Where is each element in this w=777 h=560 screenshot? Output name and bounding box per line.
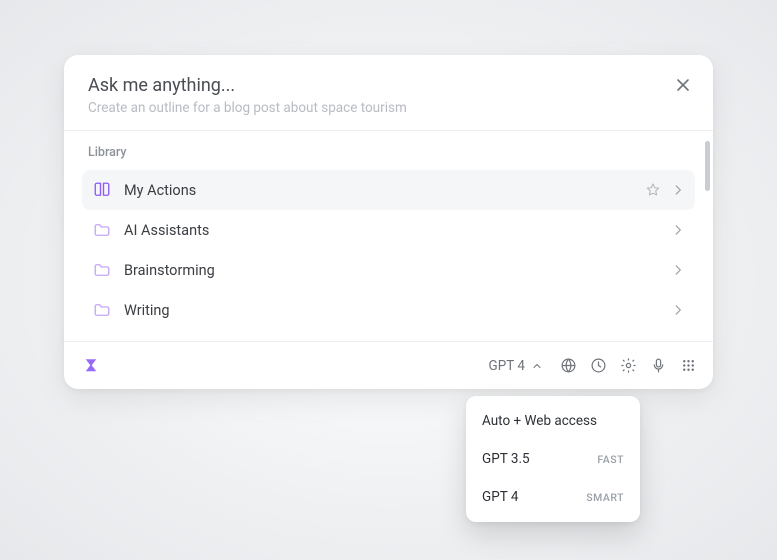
chevron-right-icon (671, 183, 685, 197)
model-selector[interactable]: GPT 4 (483, 354, 549, 378)
model-option-label: GPT 3.5 (482, 451, 530, 467)
prompt-panel: Ask me anything... Create an outline for… (64, 55, 713, 389)
clock-icon[interactable] (589, 357, 607, 375)
prompt-subtitle: Create an outline for a blog post about … (88, 100, 689, 116)
library-item-brainstorming[interactable]: Brainstorming (82, 250, 695, 290)
chevron-right-icon (671, 223, 685, 237)
microphone-icon[interactable] (649, 357, 667, 375)
folder-icon (92, 261, 112, 279)
close-button[interactable] (671, 73, 695, 97)
prompt-title: Ask me anything... (88, 75, 689, 96)
model-option-tag: FAST (597, 453, 624, 466)
panel-footer: GPT 4 (64, 341, 713, 389)
chevron-right-icon (671, 303, 685, 317)
hourglass-icon (82, 357, 100, 375)
star-icon[interactable] (645, 182, 661, 198)
library-item-label: My Actions (124, 182, 196, 199)
chevron-right-icon (671, 263, 685, 277)
scrollbar-thumb[interactable] (705, 141, 710, 191)
library-item-writing[interactable]: Writing (82, 290, 695, 330)
folder-icon (92, 221, 112, 239)
model-dropdown: Auto + Web access GPT 3.5 FAST GPT 4 SMA… (466, 396, 640, 522)
library-item-label: AI Assistants (124, 222, 209, 239)
model-option-label: Auto + Web access (482, 413, 597, 429)
model-option-gpt35[interactable]: GPT 3.5 FAST (472, 440, 634, 478)
library-item-my-actions[interactable]: My Actions (82, 170, 695, 210)
close-icon (676, 78, 690, 92)
book-open-icon (92, 181, 112, 199)
chevron-up-icon (531, 360, 543, 372)
model-option-gpt4[interactable]: GPT 4 SMART (472, 478, 634, 516)
model-selector-label: GPT 4 (489, 358, 525, 374)
model-option-tag: SMART (586, 491, 624, 504)
grid-icon[interactable] (679, 357, 697, 375)
folder-icon (92, 301, 112, 319)
library-item-label: Brainstorming (124, 262, 215, 279)
library-item-ai-assistants[interactable]: AI Assistants (82, 210, 695, 250)
library-item-label: Writing (124, 302, 170, 319)
model-option-label: GPT 4 (482, 489, 518, 505)
panel-header: Ask me anything... Create an outline for… (64, 55, 713, 130)
library-label: Library (82, 145, 695, 170)
gear-icon[interactable] (619, 357, 637, 375)
library-section: Library My Actions AI Assistants (64, 131, 713, 341)
globe-icon[interactable] (559, 357, 577, 375)
model-option-auto-web[interactable]: Auto + Web access (472, 402, 634, 440)
